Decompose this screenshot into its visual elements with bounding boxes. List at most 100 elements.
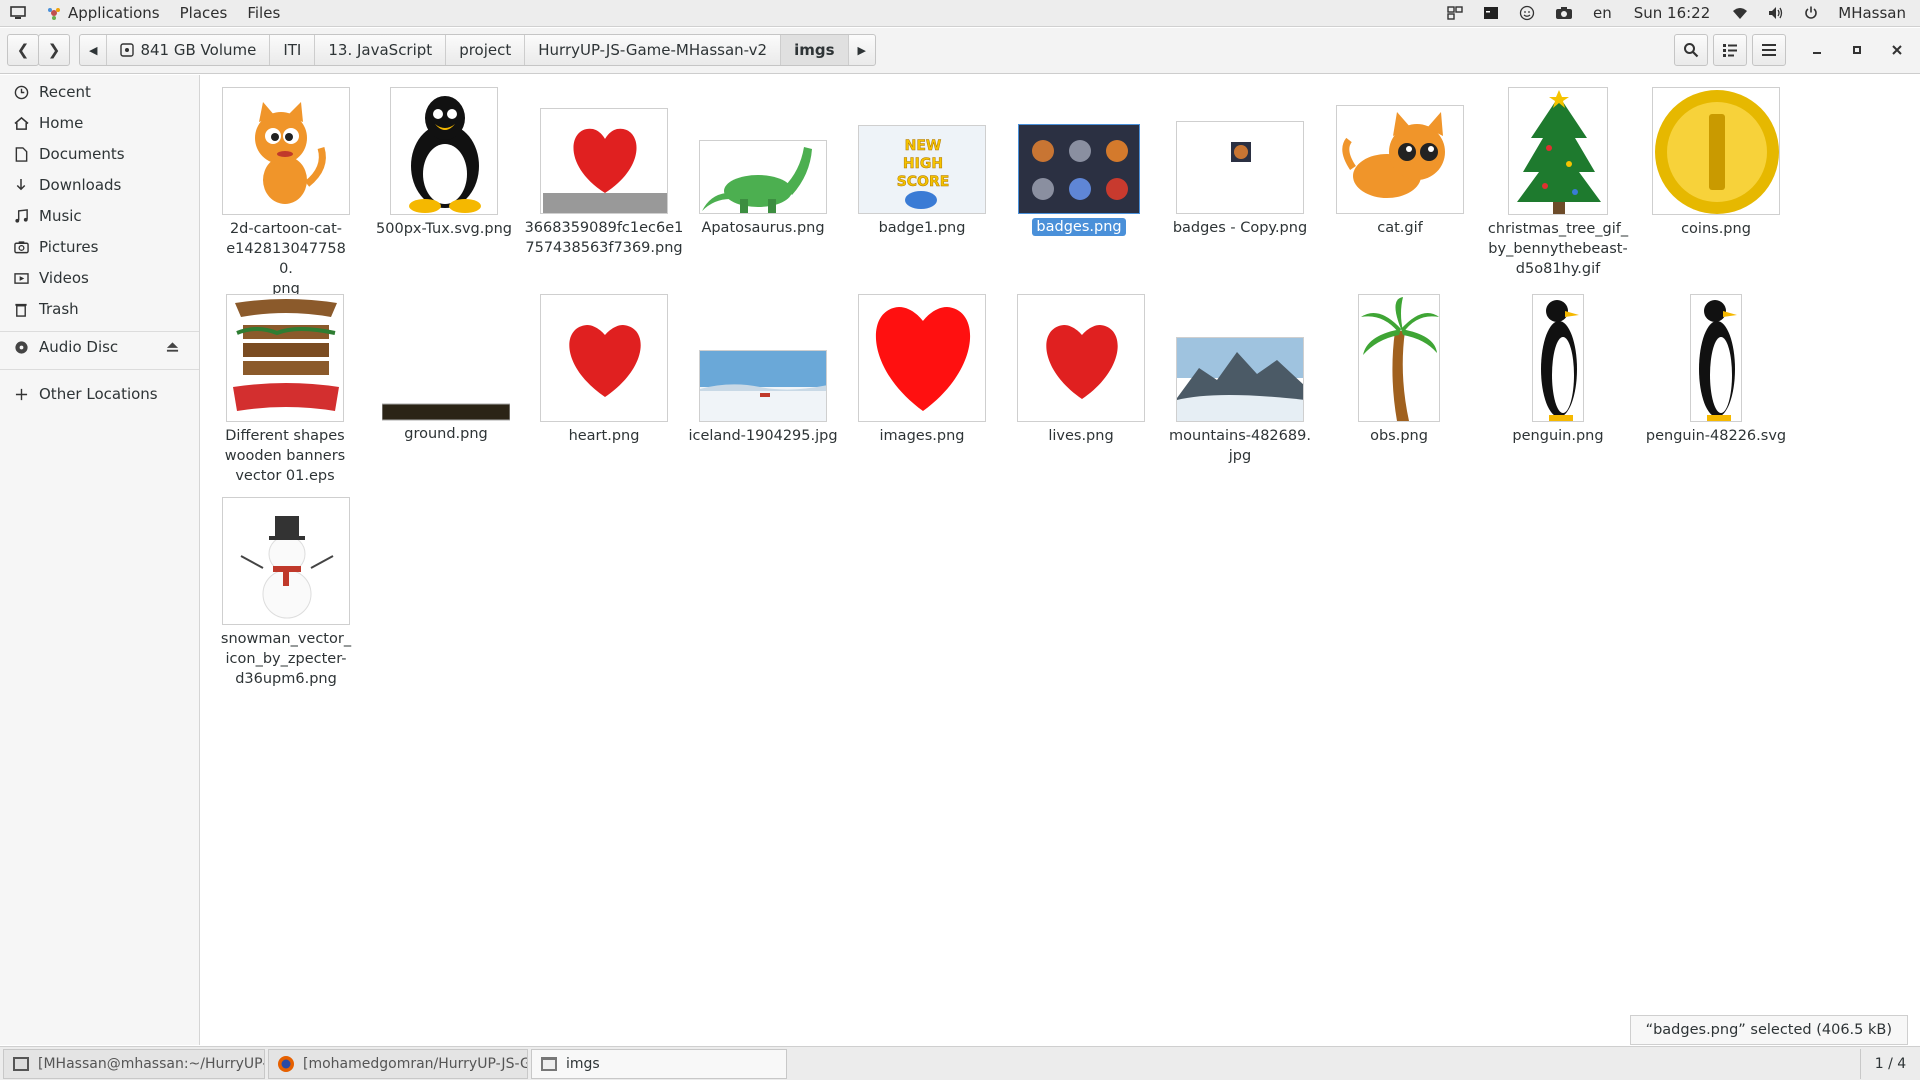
applications-label: Applications bbox=[68, 4, 160, 22]
path-segment-volume[interactable]: 841 GB Volume bbox=[107, 35, 271, 65]
taskbar-item-label: [mohamedgomran/HurryUP-JS-Gam... bbox=[303, 1055, 527, 1072]
menu-button[interactable] bbox=[1752, 34, 1786, 66]
chevron-right-icon: ❯ bbox=[47, 41, 61, 59]
sidebar-item-audio-disc[interactable]: Audio Disc bbox=[0, 332, 199, 362]
badges-thumbnail bbox=[1019, 125, 1139, 213]
file-thumbnail bbox=[382, 402, 510, 422]
sidebar-item-recent[interactable]: Recent bbox=[0, 77, 199, 107]
file-name: penguin.png bbox=[1512, 428, 1604, 444]
palm-tree-thumbnail bbox=[1361, 297, 1439, 421]
path-scroll-left-button[interactable]: ◀ bbox=[80, 35, 108, 65]
file-name: images.png bbox=[879, 428, 965, 444]
sidebar-item-music[interactable]: Music bbox=[0, 201, 199, 231]
taskbar-item-terminal[interactable]: [MHassan@mhassan:~/HurryUP-JS-... bbox=[3, 1048, 265, 1079]
file-thumbnail bbox=[1176, 121, 1304, 214]
heart-thumbnail bbox=[569, 325, 641, 397]
terminal-indicator-icon[interactable] bbox=[1473, 0, 1509, 27]
file-name: heart.png bbox=[568, 428, 640, 444]
search-button[interactable] bbox=[1674, 34, 1708, 66]
sidebar-item-pictures[interactable]: Pictures bbox=[0, 232, 199, 262]
svg-text:NEW: NEW bbox=[905, 138, 942, 154]
volume-icon[interactable] bbox=[1758, 0, 1794, 27]
path-segment-iti[interactable]: ITI bbox=[270, 35, 316, 65]
selection-status: “badges.png” selected (406.5 kB) bbox=[1629, 1015, 1908, 1045]
download-icon bbox=[13, 177, 29, 193]
file-name: coins.png bbox=[1681, 221, 1751, 237]
taskbar-item-label: [MHassan@mhassan:~/HurryUP-JS-... bbox=[38, 1055, 264, 1072]
path-segment-javascript[interactable]: 13. JavaScript bbox=[315, 35, 447, 65]
top-panel: Applications Places Files en Sun 16:22 M… bbox=[0, 0, 1920, 27]
sidebar-item-label: Trash bbox=[39, 300, 79, 318]
minimize-icon bbox=[1813, 52, 1821, 54]
activities-button[interactable] bbox=[0, 0, 36, 27]
drive-icon bbox=[120, 43, 135, 57]
places-label: Places bbox=[179, 4, 228, 22]
camera-indicator-icon[interactable] bbox=[1545, 0, 1583, 27]
file-name: 2d-cartoon-cat-e1428130477580. png bbox=[226, 221, 346, 297]
home-icon bbox=[13, 115, 29, 131]
files-app-menu[interactable]: Files bbox=[237, 0, 290, 27]
path-segment-project[interactable]: project bbox=[446, 35, 526, 65]
maximize-button[interactable] bbox=[1845, 38, 1869, 62]
applications-menu[interactable]: Applications bbox=[36, 0, 170, 27]
forward-button[interactable]: ❯ bbox=[38, 34, 70, 66]
maximize-icon bbox=[1853, 46, 1861, 54]
cartoon-cat-thumbnail bbox=[255, 102, 326, 204]
file-thumbnail bbox=[540, 108, 668, 214]
caret-left-icon: ◀ bbox=[89, 43, 98, 57]
places-menu[interactable]: Places bbox=[170, 0, 238, 27]
path-segment-game[interactable]: HurryUP-JS-Game-MHassan-v2 bbox=[525, 35, 782, 65]
sidebar-item-label: Home bbox=[39, 114, 84, 132]
file-thumbnail bbox=[858, 294, 986, 422]
camera-icon bbox=[13, 239, 29, 255]
mountains-thumbnail bbox=[1177, 338, 1303, 421]
sidebar-item-home[interactable]: Home bbox=[0, 108, 199, 138]
minimize-button[interactable] bbox=[1805, 38, 1829, 62]
workspace-icon[interactable] bbox=[1437, 0, 1473, 27]
user-menu[interactable]: MHassan bbox=[1828, 0, 1920, 27]
taskbar-item-firefox[interactable]: [mohamedgomran/HurryUP-JS-Gam... bbox=[268, 1048, 528, 1079]
file-thumbnail bbox=[390, 87, 498, 215]
file-thumbnail bbox=[222, 87, 350, 215]
power-icon[interactable] bbox=[1794, 0, 1828, 27]
taskbar-item-files[interactable]: imgs bbox=[531, 1048, 787, 1079]
path-segment-label: 13. JavaScript bbox=[328, 41, 433, 59]
sidebar-item-other-locations[interactable]: Other Locations bbox=[0, 379, 199, 409]
monitor-icon bbox=[10, 6, 26, 19]
eject-icon[interactable] bbox=[166, 339, 179, 357]
wifi-icon[interactable] bbox=[1722, 0, 1758, 27]
heart-thumbnail bbox=[875, 307, 971, 411]
path-segment-label: project bbox=[459, 41, 512, 59]
firefox-icon bbox=[277, 1055, 295, 1073]
file-item[interactable]: 2d-cartoon-cat-e1428130477580. png bbox=[222, 87, 382, 297]
file-name: ground.png bbox=[404, 426, 488, 442]
back-button[interactable]: ❮ bbox=[7, 34, 39, 66]
close-button[interactable] bbox=[1885, 38, 1909, 62]
wooden-banners-thumbnail bbox=[233, 299, 339, 411]
sidebar-item-label: Audio Disc bbox=[39, 338, 119, 356]
workspace-indicator[interactable]: 1 / 4 bbox=[1860, 1049, 1920, 1079]
file-name: cat.gif bbox=[1377, 220, 1423, 236]
path-segment-label: ITI bbox=[283, 41, 302, 59]
file-thumbnail bbox=[1690, 294, 1742, 422]
language-indicator[interactable]: en bbox=[1583, 0, 1622, 27]
sidebar-item-documents[interactable]: Documents bbox=[0, 139, 199, 169]
view-mode-button[interactable] bbox=[1713, 34, 1747, 66]
sidebar-item-downloads[interactable]: Downloads bbox=[0, 170, 199, 200]
file-thumbnail: NEW HIGH SCORE bbox=[858, 125, 986, 214]
file-name: Different shapes wooden banners vector 01.… bbox=[224, 428, 346, 484]
sidebar-item-videos[interactable]: Videos bbox=[0, 263, 199, 293]
sidebar-separator bbox=[0, 369, 199, 370]
file-thumbnail bbox=[1018, 124, 1140, 214]
path-segment-imgs[interactable]: imgs bbox=[781, 35, 849, 65]
emoji-icon[interactable] bbox=[1509, 0, 1545, 27]
path-scroll-right-button[interactable]: ▶ bbox=[849, 35, 875, 65]
clock[interactable]: Sun 16:22 bbox=[1622, 0, 1723, 27]
penguin-thumbnail bbox=[1699, 300, 1737, 421]
file-name: 3668359089fc1ec6e1 757438563f7369.png bbox=[524, 220, 684, 256]
file-name: 500px-Tux.svg.png bbox=[376, 221, 512, 237]
places-sidebar: Recent Home Documents Downloads Music Pi… bbox=[0, 75, 200, 1045]
sidebar-item-trash[interactable]: Trash bbox=[0, 294, 199, 324]
file-thumbnail bbox=[1017, 294, 1145, 422]
terminal-icon bbox=[12, 1055, 30, 1073]
